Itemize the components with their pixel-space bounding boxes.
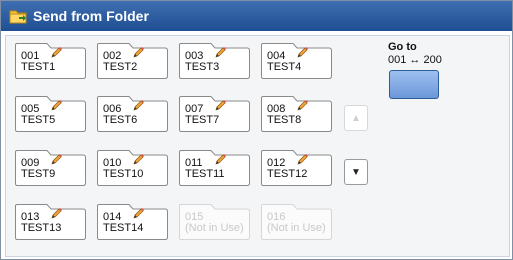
folder-name: TEST3 bbox=[185, 61, 220, 73]
folder-006[interactable]: 006 TEST6 bbox=[96, 95, 169, 133]
folder-002[interactable]: 002 TEST2 bbox=[96, 42, 169, 80]
folder-014[interactable]: 014 TEST14 bbox=[96, 203, 169, 241]
folder-name: TEST11 bbox=[185, 168, 225, 180]
folder-004[interactable]: 004 TEST4 bbox=[260, 42, 333, 80]
scroll-up-button[interactable]: ▲ bbox=[344, 105, 368, 131]
send-from-folder-window: Send from Folder 001 TEST1 002 TEST2 003 TEST… bbox=[0, 0, 513, 260]
folder-name: TEST5 bbox=[21, 114, 56, 126]
pencil-icon bbox=[297, 98, 309, 111]
pencil-icon bbox=[215, 98, 227, 111]
window-title: Send from Folder bbox=[33, 8, 149, 24]
folder-name: TEST8 bbox=[267, 114, 302, 126]
folder-007[interactable]: 007 TEST7 bbox=[178, 95, 251, 133]
folder-name: TEST4 bbox=[267, 61, 302, 73]
pencil-icon bbox=[133, 206, 145, 219]
pencil-icon bbox=[133, 98, 145, 111]
folder-name: (Not in Use) bbox=[267, 222, 326, 234]
pencil-icon bbox=[215, 152, 227, 165]
folder-009[interactable]: 009 TEST9 bbox=[14, 149, 87, 187]
folder-panel: 001 TEST1 002 TEST2 003 TEST3 004 TEST4 005 TEST5… bbox=[5, 35, 510, 257]
arrow-down-icon: ▼ bbox=[351, 166, 361, 178]
folder-name: TEST10 bbox=[103, 168, 144, 180]
pencil-icon bbox=[297, 152, 309, 165]
pencil-icon bbox=[215, 45, 227, 58]
folder-name: TEST9 bbox=[21, 168, 56, 180]
folder-015: 015 (Not in Use) bbox=[178, 203, 251, 241]
pencil-icon bbox=[297, 45, 309, 58]
pencil-icon bbox=[51, 98, 63, 111]
goto-button[interactable] bbox=[389, 70, 439, 99]
folder-012[interactable]: 012 TEST12 bbox=[260, 149, 333, 187]
folder-name: TEST2 bbox=[103, 61, 138, 73]
folder-001[interactable]: 001 TEST1 bbox=[14, 42, 87, 80]
folder-name: TEST7 bbox=[185, 114, 220, 126]
folder-name: TEST12 bbox=[267, 168, 308, 180]
folder-name: TEST14 bbox=[103, 222, 144, 234]
pencil-icon bbox=[133, 152, 145, 165]
goto-label: Go to bbox=[388, 41, 417, 53]
folder-name: TEST13 bbox=[21, 222, 62, 234]
goto-range: 001 ↔ 200 bbox=[388, 54, 442, 66]
pencil-icon bbox=[51, 152, 63, 165]
folder-011[interactable]: 011 TEST11 bbox=[178, 149, 251, 187]
folder-013[interactable]: 013 TEST13 bbox=[14, 203, 87, 241]
folder-005[interactable]: 005 TEST5 bbox=[14, 95, 87, 133]
scroll-down-button[interactable]: ▼ bbox=[344, 159, 368, 185]
pencil-icon bbox=[51, 45, 63, 58]
folder-name: (Not in Use) bbox=[185, 222, 244, 234]
arrow-up-icon: ▲ bbox=[351, 112, 361, 124]
pencil-icon bbox=[133, 45, 145, 58]
folder-name: TEST1 bbox=[21, 61, 56, 73]
folder-010[interactable]: 010 TEST10 bbox=[96, 149, 169, 187]
title-bar: Send from Folder bbox=[1, 1, 512, 31]
folder-name: TEST6 bbox=[103, 114, 138, 126]
folder-008[interactable]: 008 TEST8 bbox=[260, 95, 333, 133]
pencil-icon bbox=[51, 206, 63, 219]
folder-016: 016 (Not in Use) bbox=[260, 203, 333, 241]
folder-003[interactable]: 003 TEST3 bbox=[178, 42, 251, 80]
folder-send-icon bbox=[9, 8, 27, 24]
